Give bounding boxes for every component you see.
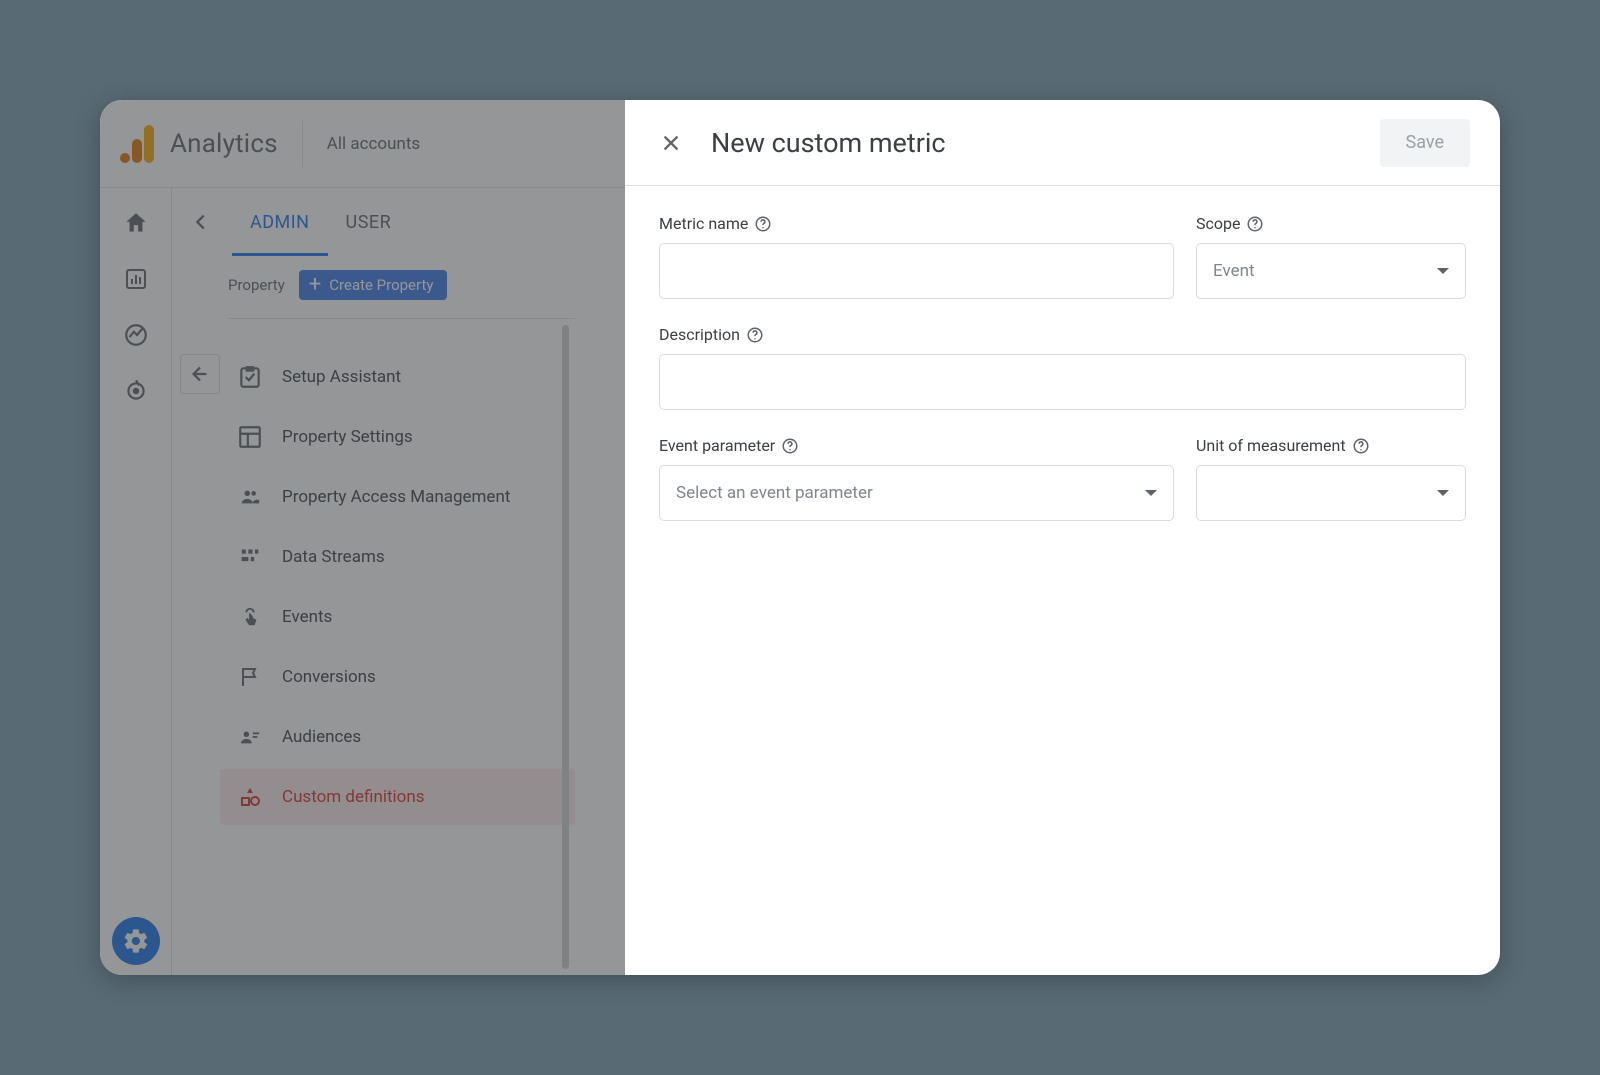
form-body: Metric name Scope [625,186,1500,549]
panel-title: New custom metric [711,127,1380,159]
new-custom-metric-panel: New custom metric Save Metric name [625,100,1500,975]
event-parameter-label: Event parameter [659,436,775,455]
scope-field: Scope Event [1196,214,1466,299]
panel-header: New custom metric Save [625,100,1500,186]
event-parameter-field: Event parameter Select an event paramete… [659,436,1174,521]
help-icon[interactable] [1246,215,1264,233]
description-label: Description [659,325,740,344]
chevron-down-icon [1145,490,1157,496]
unit-select[interactable] [1196,465,1466,521]
close-button[interactable] [655,127,687,159]
scope-label: Scope [1196,214,1240,233]
analytics-window: Analytics All accounts [100,100,1500,975]
help-icon[interactable] [754,215,772,233]
metric-name-field: Metric name [659,214,1174,299]
help-icon[interactable] [746,326,764,344]
unit-label: Unit of measurement [1196,436,1346,455]
help-icon[interactable] [781,437,799,455]
description-input[interactable] [659,354,1466,410]
close-icon [660,132,682,154]
scope-select[interactable]: Event [1196,243,1466,299]
scope-value: Event [1213,261,1255,281]
description-field: Description [659,325,1466,410]
save-button[interactable]: Save [1380,119,1471,167]
metric-name-label: Metric name [659,214,748,233]
chevron-down-icon [1437,268,1449,274]
event-parameter-select[interactable]: Select an event parameter [659,465,1174,521]
event-parameter-placeholder: Select an event parameter [676,483,873,503]
chevron-down-icon [1437,490,1449,496]
help-icon[interactable] [1352,437,1370,455]
unit-field: Unit of measurement [1196,436,1466,521]
metric-name-input[interactable] [659,243,1174,299]
